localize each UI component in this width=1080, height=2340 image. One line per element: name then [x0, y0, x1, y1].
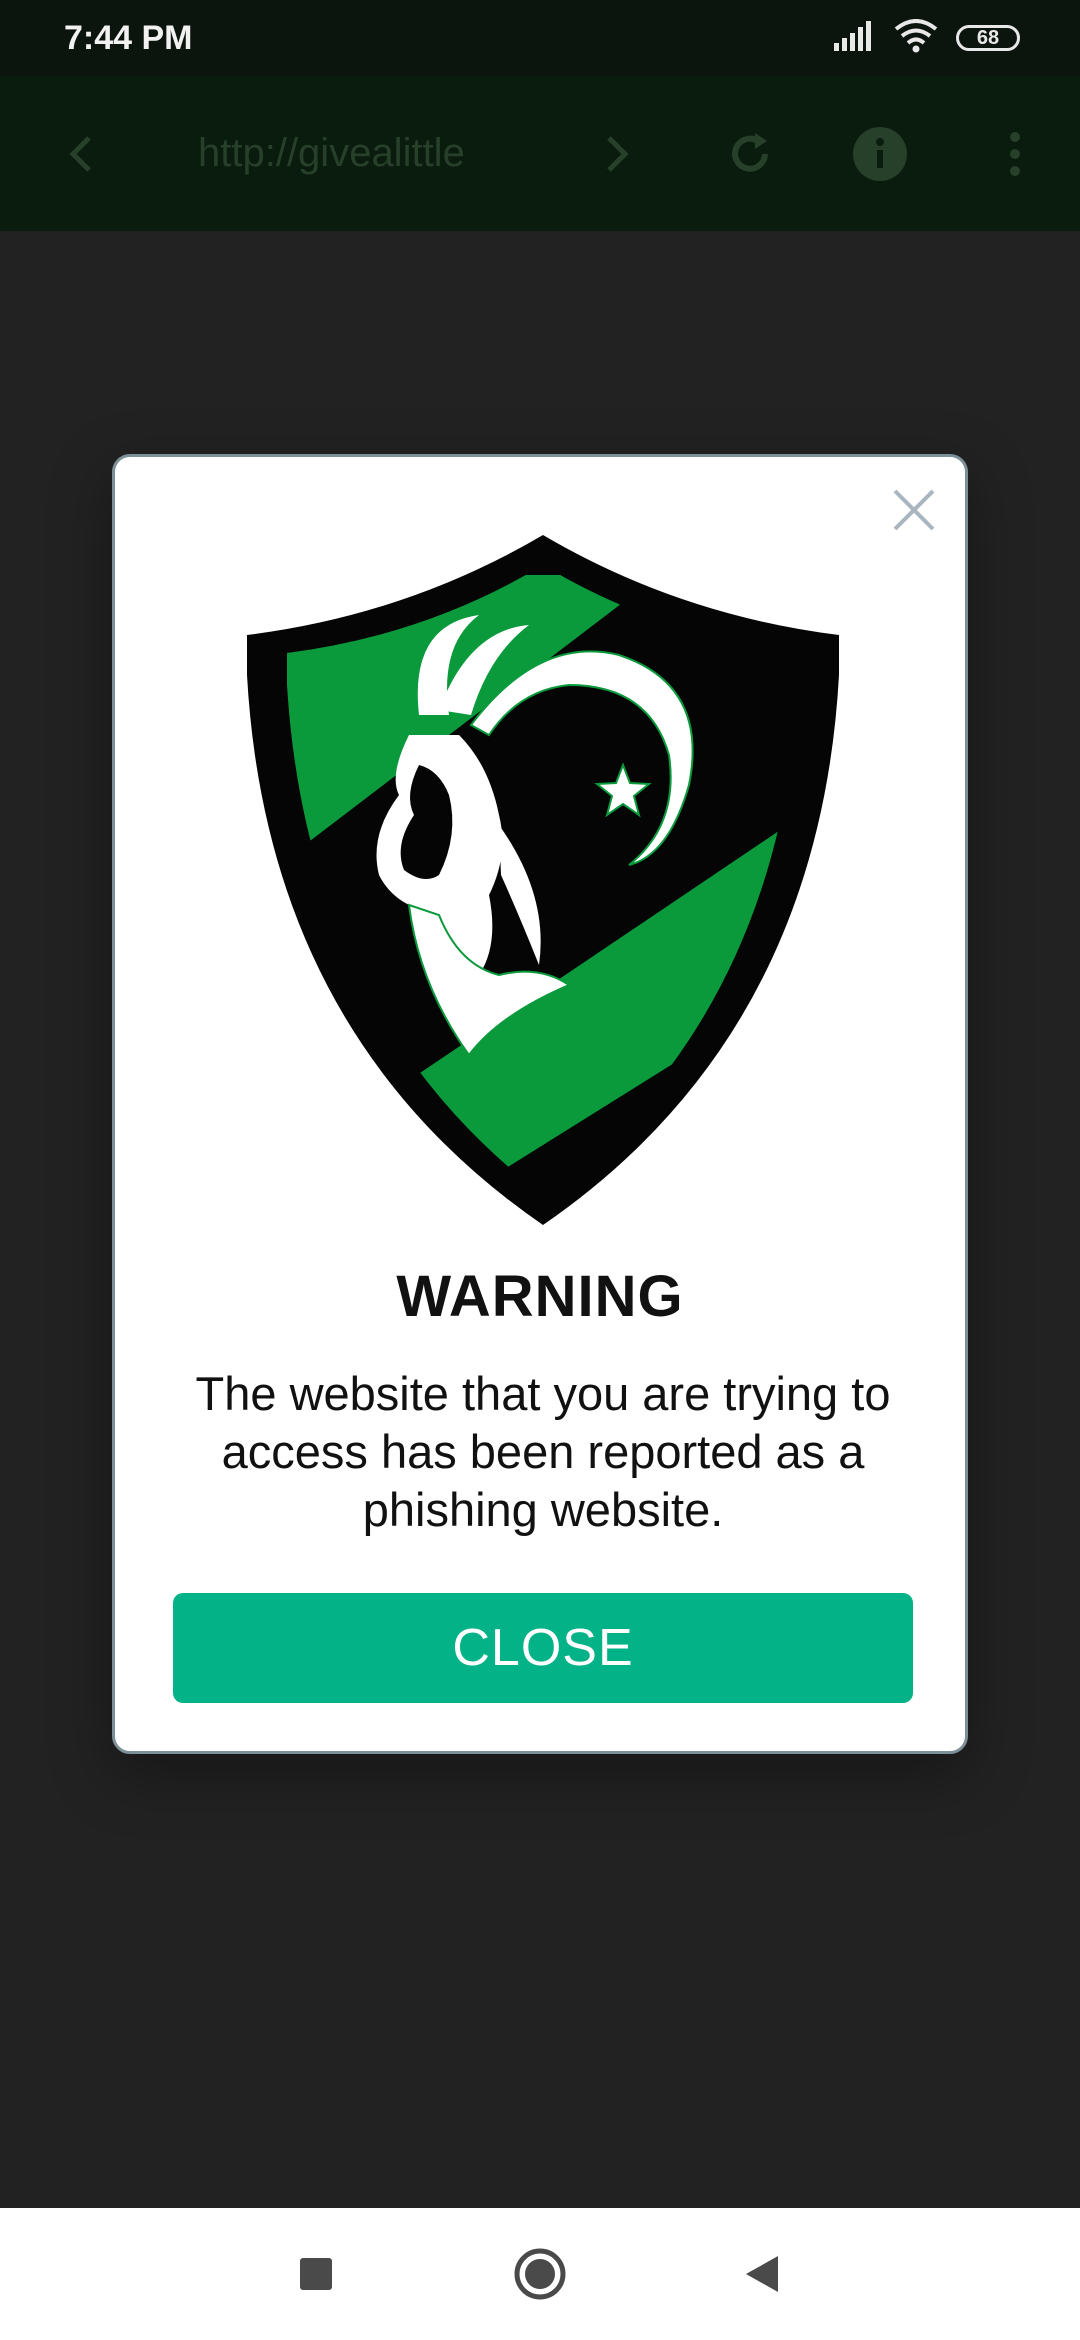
signal-icon [834, 20, 876, 56]
recents-icon[interactable] [266, 2208, 366, 2340]
wifi-icon [894, 18, 938, 58]
goat-shield-logo [239, 535, 847, 1225]
info-icon[interactable] [850, 76, 910, 231]
close-icon[interactable] [889, 485, 939, 535]
status-time: 7:44 PM [64, 18, 193, 57]
dialog-message: The website that you are trying to acces… [195, 1367, 891, 1536]
forward-icon[interactable] [588, 76, 648, 231]
status-icons: 68 [834, 18, 1020, 58]
url-bar[interactable]: http://givealittle [198, 76, 618, 231]
home-icon[interactable] [490, 2208, 590, 2340]
more-icon[interactable] [990, 76, 1040, 231]
reload-icon[interactable] [720, 76, 780, 231]
back-icon[interactable] [50, 76, 110, 231]
browser-toolbar: http://givealittle [0, 76, 1080, 231]
navigation-bar [0, 2208, 1080, 2340]
battery-icon: 68 [956, 25, 1020, 51]
url-text: http://givealittle [198, 131, 465, 175]
dialog-title: WARNING [396, 1264, 684, 1329]
back-triangle-icon[interactable] [712, 2208, 812, 2340]
status-bar: 7:44 PM 68 [0, 0, 1080, 76]
warning-dialog: WARNING The website that you are trying … [112, 454, 968, 1754]
battery-level: 68 [976, 26, 1000, 49]
close-button[interactable]: CLOSE [173, 1593, 913, 1703]
